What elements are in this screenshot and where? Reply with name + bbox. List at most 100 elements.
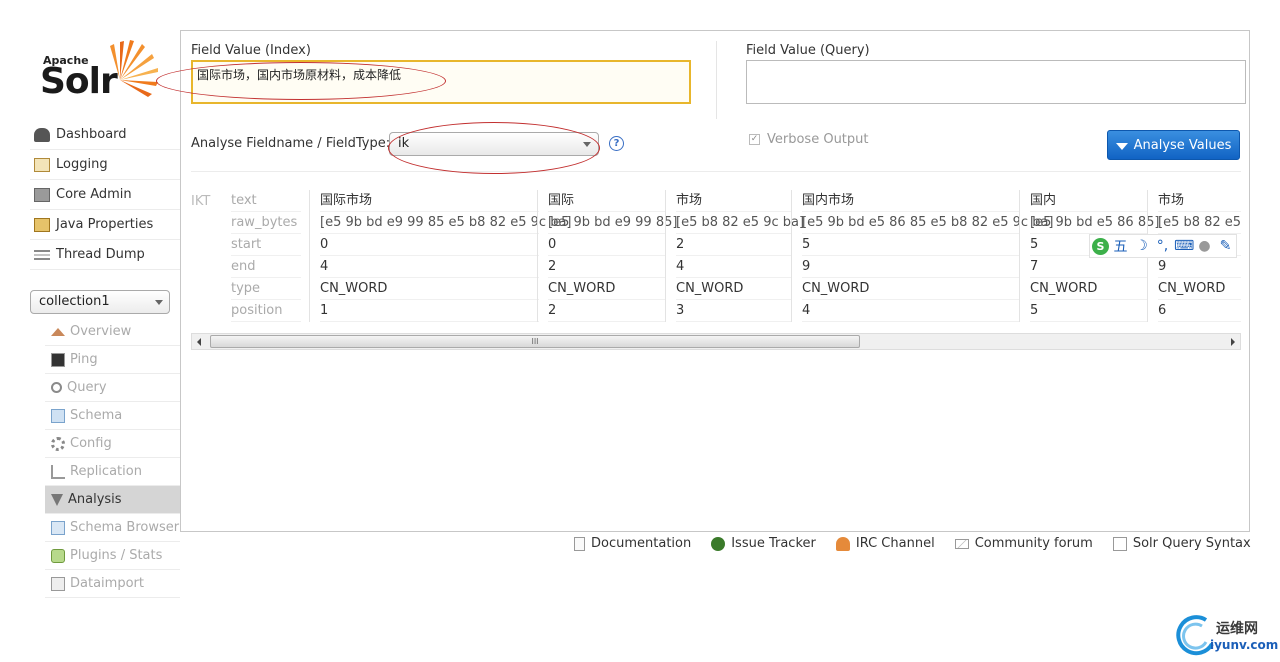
token-end: 4 xyxy=(320,256,539,278)
core-menu-analysis[interactable]: Analysis xyxy=(45,486,180,514)
document-icon xyxy=(574,536,585,551)
row-label: raw_bytes xyxy=(231,212,301,234)
core-menu-label: Query xyxy=(67,380,107,395)
wubi-mode-icon[interactable]: 五 xyxy=(1111,236,1130,256)
fieldtype-select[interactable]: ik xyxy=(389,132,599,156)
menu-item-logging[interactable]: Logging xyxy=(30,150,180,180)
core-admin-icon xyxy=(34,187,50,202)
home-icon xyxy=(51,327,65,336)
token-position: 4 xyxy=(802,300,1019,322)
funnel-icon xyxy=(1115,142,1128,150)
menu-item-thread-dump[interactable]: Thread Dump xyxy=(30,240,180,270)
search-icon xyxy=(51,382,62,393)
core-menu-replication[interactable]: Replication xyxy=(45,458,180,486)
token-position: 2 xyxy=(548,300,665,322)
core-menu-schema[interactable]: Schema xyxy=(45,402,180,430)
token-type: CN_WORD xyxy=(320,278,539,300)
chevron-down-icon xyxy=(583,142,591,147)
token-end: 9 xyxy=(802,256,1019,278)
token-raw-bytes: [e5 9b bd e5 86 85] xyxy=(1030,212,1159,234)
footer-link-label: Issue Tracker xyxy=(731,536,816,551)
logging-icon xyxy=(34,157,50,172)
wrench-icon[interactable]: ✎ xyxy=(1216,238,1235,254)
field-value-index-input[interactable]: 国际市场，国内市场原材料，成本降低 xyxy=(191,60,691,104)
punctuation-icon[interactable]: °, xyxy=(1153,238,1172,254)
dashboard-icon xyxy=(34,127,50,142)
field-value-index-label: Field Value (Index) xyxy=(191,43,311,58)
core-menu-label: Schema xyxy=(70,408,123,423)
token-text: 国际 xyxy=(548,190,665,212)
token-column: 市场 [e5 b8 82 e5 9c ba] 2 4 CN_WORD 3 xyxy=(665,190,804,322)
row-label: start xyxy=(231,234,301,256)
token-text: 国内 xyxy=(1030,190,1147,212)
menu-item-core-admin[interactable]: Core Admin xyxy=(30,180,180,210)
footer-links: Documentation Issue Tracker IRC Channel … xyxy=(574,536,1251,551)
footer-link-label: Solr Query Syntax xyxy=(1132,536,1251,551)
footer-link-label: IRC Channel xyxy=(855,536,935,551)
core-menu-label: Ping xyxy=(70,352,98,367)
watermark-text: 运维网 xyxy=(1216,621,1258,637)
scrollbar-thumb[interactable]: III xyxy=(210,335,860,348)
ping-icon xyxy=(51,352,65,367)
core-menu-label: Overview xyxy=(70,324,132,339)
analysis-table: IKT text raw_bytes start end type positi… xyxy=(191,190,1241,338)
footer-link-documentation[interactable]: Documentation xyxy=(574,536,691,551)
gear-icon xyxy=(51,436,65,451)
token-position: 3 xyxy=(676,300,791,322)
footer-link-irc-channel[interactable]: IRC Channel xyxy=(835,536,935,551)
menu-item-dashboard[interactable]: Dashboard xyxy=(30,120,180,150)
core-menu-ping[interactable]: Ping xyxy=(45,346,180,374)
core-menu-dataimport[interactable]: Dataimport xyxy=(45,570,180,598)
row-label: end xyxy=(231,256,301,278)
sogou-logo-icon[interactable]: S xyxy=(1092,237,1109,255)
analyse-values-label: Analyse Values xyxy=(1133,137,1232,153)
footer-link-solr-query-syntax[interactable]: Solr Query Syntax xyxy=(1112,536,1251,551)
token-end: 2 xyxy=(548,256,665,278)
menu-item-label: Thread Dump xyxy=(56,247,145,262)
moon-icon[interactable]: ☽ xyxy=(1132,238,1151,254)
help-icon[interactable]: ? xyxy=(609,136,624,151)
solr-logo[interactable]: Apache Solr xyxy=(40,38,170,104)
token-type: CN_WORD xyxy=(548,278,665,300)
token-type: CN_WORD xyxy=(1030,278,1147,300)
core-menu-label: Plugins / Stats xyxy=(70,548,163,563)
core-menu-plugins-stats[interactable]: Plugins / Stats xyxy=(45,542,180,570)
ime-toolbar[interactable]: S 五 ☽ °, ⌨ ● ✎ xyxy=(1089,234,1237,258)
token-text: 市场 xyxy=(676,190,791,212)
token-position: 5 xyxy=(1030,300,1147,322)
core-menu-label: Replication xyxy=(70,464,142,479)
analyse-values-button[interactable]: Analyse Values xyxy=(1107,130,1240,160)
footer-link-community-forum[interactable]: Community forum xyxy=(954,536,1093,551)
replication-icon xyxy=(51,464,65,479)
schema-browser-icon xyxy=(51,520,65,535)
people-icon xyxy=(835,536,850,551)
row-label: type xyxy=(231,278,301,300)
menu-item-label: Core Admin xyxy=(56,187,132,202)
token-start: 0 xyxy=(320,234,539,256)
user-icon[interactable]: ● xyxy=(1195,238,1214,254)
token-start: 5 xyxy=(802,234,1019,256)
funnel-icon xyxy=(51,493,63,506)
scroll-right-icon[interactable] xyxy=(1231,338,1235,346)
menu-item-java-properties[interactable]: Java Properties xyxy=(30,210,180,240)
core-menu-query[interactable]: Query xyxy=(45,374,180,402)
footer-link-issue-tracker[interactable]: Issue Tracker xyxy=(711,536,816,551)
core-selector[interactable]: collection1 xyxy=(30,290,170,314)
field-value-query-label: Field Value (Query) xyxy=(746,43,870,58)
core-menu-schema-browser[interactable]: Schema Browser xyxy=(45,514,180,542)
menu-item-label: Logging xyxy=(56,157,108,172)
token-raw-bytes: [e5 b8 82 e5 9c ba] xyxy=(676,212,804,234)
core-menu-overview[interactable]: Overview xyxy=(45,318,180,346)
keyboard-icon[interactable]: ⌨ xyxy=(1174,238,1194,254)
horizontal-scrollbar[interactable]: III xyxy=(191,333,1241,350)
core-menu-config[interactable]: Config xyxy=(45,430,180,458)
token-raw-bytes: [e5 9b bd e9 99 85] xyxy=(548,212,677,234)
token-type: CN_WORD xyxy=(802,278,1019,300)
schema-icon xyxy=(51,408,65,423)
field-value-query-input[interactable] xyxy=(746,60,1246,104)
checkbox-icon: ✓ xyxy=(749,134,760,145)
scroll-left-icon[interactable] xyxy=(197,338,201,346)
verbose-output-checkbox[interactable]: ✓ Verbose Output xyxy=(749,132,869,147)
token-raw-bytes: [e5 b8 82 e5 9c xyxy=(1158,212,1241,234)
token-end: 9 xyxy=(1158,256,1241,278)
